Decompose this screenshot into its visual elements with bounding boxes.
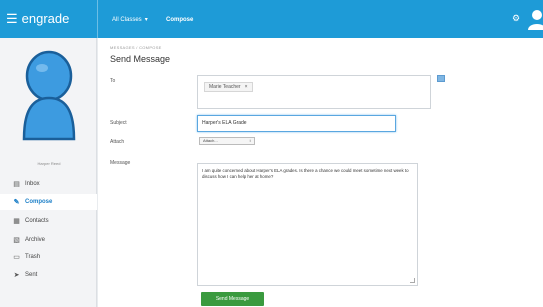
logo-text: engrade [21, 11, 70, 26]
user-avatar-icon[interactable] [527, 8, 543, 30]
pencil-icon: ✎ [13, 199, 20, 206]
attach-select-value: Attach... [203, 138, 218, 143]
remove-recipient-icon[interactable]: × [245, 83, 248, 91]
nav-compose-label: Compose [166, 16, 194, 23]
profile-name: Harper Reed [37, 161, 61, 166]
top-bar: ☰ engrade All Classes ▾ Compose ⚙ [0, 0, 543, 38]
inbox-icon: ▤ [13, 181, 20, 188]
message-textarea[interactable]: I am quite concerned about Harper's ELA … [197, 163, 418, 286]
app-logo[interactable]: ☰ engrade [6, 9, 94, 29]
sidebar: Harper Reed ▤ Inbox ✎ Compose ▦ Contacts… [0, 38, 97, 307]
sidebar-item-compose[interactable]: ✎ Compose [12, 196, 92, 208]
all-classes-dropdown[interactable]: All Classes ▾ [112, 13, 148, 26]
message-text: I am quite concerned about Harper's ELA … [202, 168, 409, 179]
sidebar-item-label: Trash [25, 254, 41, 260]
sidebar-item-label: Contacts [25, 218, 49, 224]
sidebar-item-sent[interactable]: ➤ Sent [12, 269, 92, 281]
sidebar-item-label: Inbox [25, 181, 40, 187]
attach-select[interactable]: Attach... ↕ [199, 137, 255, 145]
to-label: To [110, 78, 116, 84]
profile-avatar [22, 50, 76, 141]
message-label: Message [110, 160, 131, 166]
compose-panel: MESSAGES / COMPOSE Send Message To Marie… [98, 38, 543, 307]
sidebar-item-trash[interactable]: ▭ Trash [12, 251, 92, 263]
sidebar-item-label: Sent [25, 272, 38, 278]
sidebar-item-contacts[interactable]: ▦ Contacts [12, 215, 92, 227]
folder-icon: ▧ [13, 237, 20, 244]
chevron-down-icon: ▾ [144, 17, 148, 23]
subject-label: Subject [110, 120, 127, 126]
breadcrumb: MESSAGES / COMPOSE [110, 45, 162, 50]
address-book-icon[interactable] [437, 75, 445, 82]
recipient-chip[interactable]: Marie Teacher × [204, 82, 253, 92]
attach-label: Attach [110, 139, 125, 145]
tools-icon[interactable]: ⚙ [510, 12, 522, 24]
sidebar-item-label: Compose [25, 199, 53, 205]
recipient-name: Marie Teacher [209, 84, 241, 90]
contacts-icon: ▦ [13, 218, 20, 225]
page-title: Send Message [110, 54, 171, 64]
trash-icon: ▭ [13, 254, 20, 261]
sidebar-item-inbox[interactable]: ▤ Inbox [12, 178, 92, 190]
send-message-button[interactable]: Send Message [201, 292, 264, 306]
nav-compose[interactable]: Compose [166, 13, 193, 26]
sidebar-item-label: Archive [25, 237, 46, 243]
to-field[interactable]: Marie Teacher × [197, 75, 431, 109]
resize-handle[interactable] [410, 278, 415, 283]
select-arrows-icon: ↕ [249, 138, 251, 143]
menu-icon[interactable]: ☰ [6, 9, 18, 29]
top-separator [97, 0, 98, 38]
send-icon: ➤ [13, 272, 20, 279]
all-classes-label: All Classes [112, 16, 142, 23]
sidebar-item-archive[interactable]: ▧ Archive [12, 234, 92, 246]
subject-input[interactable]: Harper's ELA Grade [197, 115, 396, 132]
